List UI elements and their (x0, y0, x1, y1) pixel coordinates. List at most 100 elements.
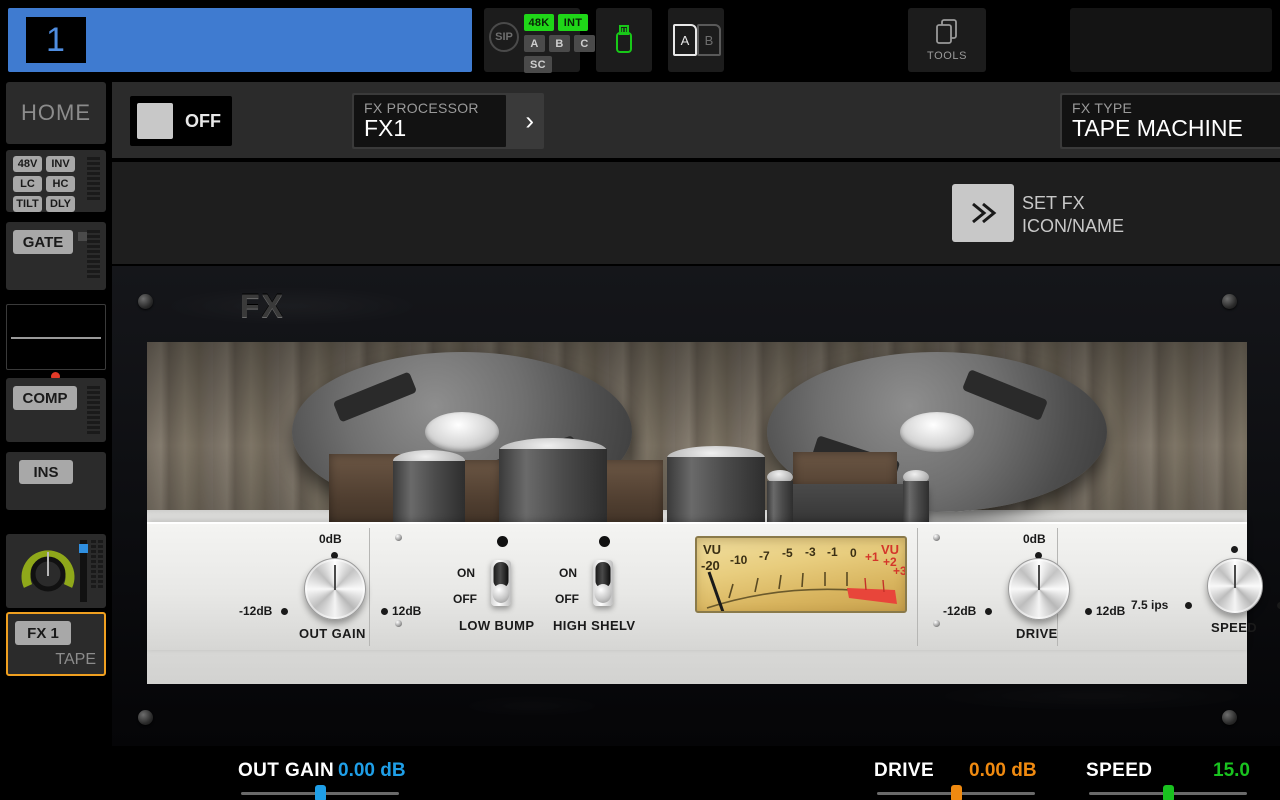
speed-knob[interactable] (1207, 558, 1263, 614)
bottom-parameter-bar: OUT GAIN 0.00 dB DRIVE 0.00 dB SPEED 15.… (0, 748, 1280, 800)
screw-bottom-left (138, 710, 153, 725)
param-drive-name: DRIVE (874, 760, 935, 781)
speed-control[interactable]: 7.5 ips 30 ips SPEED (1131, 540, 1280, 635)
drive-knob[interactable] (1008, 558, 1070, 620)
channel-fader[interactable] (79, 540, 88, 602)
home-button[interactable]: HOME (6, 82, 106, 144)
param-drive-handle[interactable] (951, 785, 962, 800)
fx-type-value: TAPE MACHINE (1072, 115, 1243, 141)
set-fx-icon-name-button[interactable] (952, 184, 1014, 242)
gate-led (78, 232, 87, 241)
vu-tick-label-6: 0 (850, 546, 857, 560)
out-gain-name: OUT GAIN (299, 626, 366, 641)
pan-fader-panel[interactable] (6, 534, 106, 608)
screw-bottom-right (1222, 710, 1237, 725)
scene-a-card[interactable]: A (673, 24, 697, 56)
fx-processor-selector[interactable]: FX PROCESSOR FX1 › (352, 93, 544, 149)
layer-a-button[interactable]: A (524, 35, 545, 52)
phantom-48v-button[interactable]: 48V (13, 156, 42, 172)
panel-screw-b (395, 620, 402, 627)
drive-max-dot (1085, 608, 1092, 615)
delay-button[interactable]: DLY (46, 196, 75, 212)
param-drive-slider[interactable] (877, 785, 1035, 800)
set-fx-icon-name-label: SET FX ICON/NAME (1022, 192, 1124, 238)
low-bump-name: LOW BUMP (459, 618, 535, 633)
speed-top-dot (1231, 546, 1238, 553)
set-fx-line2: ICON/NAME (1022, 216, 1125, 236)
empty-top-panel (1070, 8, 1272, 72)
comp-button[interactable]: COMP (13, 386, 77, 410)
drive-min-dot (985, 608, 992, 615)
scene-b-card[interactable]: B (697, 24, 721, 56)
high-shelv-led (599, 536, 610, 547)
fx-power-label: OFF (185, 110, 221, 131)
high-cut-button[interactable]: HC (46, 176, 75, 192)
sip-indicator[interactable]: SIP (489, 22, 519, 52)
channel-meter (91, 540, 103, 588)
pan-knob[interactable] (20, 544, 76, 600)
vu-meter: VU VU -20 -10 -7 -5 -3 -1 0 +1 +2 +3 (695, 536, 907, 613)
status-group: SIP 48K INT A B C SC (484, 8, 595, 73)
vu-tick-label-3: -5 (782, 546, 793, 560)
sample-rate-badge[interactable]: 48K (524, 14, 554, 31)
eq-curve-display[interactable] (6, 304, 106, 370)
gate-meter (87, 230, 100, 278)
drive-top-label: 0dB (1023, 532, 1046, 546)
fader-handle[interactable] (79, 544, 88, 553)
drive-name: DRIVE (1016, 626, 1058, 641)
layer-b-button[interactable]: B (549, 35, 570, 52)
insert-panel[interactable]: INS (6, 452, 106, 510)
sc-button[interactable]: SC (524, 56, 552, 73)
vu-tick-label-4: -3 (805, 545, 816, 559)
param-out-gain-handle[interactable] (315, 785, 326, 800)
high-shelv-switch[interactable] (593, 560, 613, 606)
low-cut-button[interactable]: LC (13, 176, 42, 192)
param-out-gain-slider[interactable] (241, 785, 399, 800)
param-speed-slider[interactable] (1089, 785, 1247, 800)
drive-min-label: -12dB (943, 604, 977, 618)
layer-c-button[interactable]: C (574, 35, 595, 52)
param-out-gain-name: OUT GAIN (238, 760, 335, 781)
clock-source-badge[interactable]: INT (558, 14, 588, 31)
low-bump-switch[interactable] (491, 560, 511, 606)
usb-button[interactable] (596, 8, 652, 72)
scene-ab-group: A B (668, 8, 724, 72)
invert-button[interactable]: INV (46, 156, 75, 172)
channel-rail: HOME 48V INV LC HC TILT DLY GATE COMP IN… (0, 82, 112, 800)
out-gain-top-label: 0dB (319, 532, 342, 546)
ins-button[interactable]: INS (19, 460, 73, 484)
screw-top-left (138, 294, 153, 309)
vu-scale (706, 571, 897, 611)
fx1-button[interactable]: FX 1 (15, 621, 71, 645)
channel-number: 1 (26, 17, 86, 63)
fx-embossed-logo: FX (240, 288, 285, 324)
vu-label-left: VU (703, 542, 722, 557)
channel-strip-header[interactable]: 1 (8, 8, 472, 72)
param-speed-handle[interactable] (1163, 785, 1174, 800)
tools-button[interactable]: TOOLS (908, 8, 986, 72)
drive-control[interactable]: 0dB -12dB 12dB DRIVE (943, 530, 1125, 641)
chevron-right-icon[interactable]: › (525, 106, 534, 137)
sidebar-item-fx1[interactable]: FX 1 TAPE (6, 612, 106, 676)
tilt-button[interactable]: TILT (13, 196, 42, 212)
tape-machine-panel: FX 0dB -12dB 12dB OUT GAIN ON OFF LOW BU… (112, 266, 1280, 746)
top-bar: 1 SIP 48K INT A B C SC A B TOOLS (0, 0, 1280, 80)
double-chevron-right-icon (972, 202, 997, 224)
param-out-gain-value: 0.00 dB (338, 760, 406, 781)
panel-divider-2 (917, 528, 918, 646)
preamp-panel[interactable]: 48V INV LC HC TILT DLY (6, 150, 106, 212)
fx-processor-value: FX1 (364, 115, 407, 141)
fx-power-toggle[interactable]: OFF (130, 96, 232, 146)
screw-top-right (1222, 294, 1237, 309)
speed-name: SPEED (1211, 620, 1258, 635)
comp-panel[interactable]: COMP (6, 378, 106, 442)
gate-button[interactable]: GATE (13, 230, 73, 254)
tools-label: TOOLS (926, 50, 968, 62)
speed-min-dot (1185, 602, 1192, 609)
pages-icon (936, 19, 957, 44)
out-gain-knob[interactable] (304, 558, 366, 620)
gate-panel[interactable]: GATE (6, 222, 106, 290)
fx-processor-caption: FX PROCESSOR (364, 100, 479, 116)
fx-type-selector[interactable]: FX TYPE TAPE MACHINE (1060, 93, 1280, 149)
out-gain-control[interactable]: 0dB -12dB 12dB OUT GAIN (239, 530, 421, 641)
